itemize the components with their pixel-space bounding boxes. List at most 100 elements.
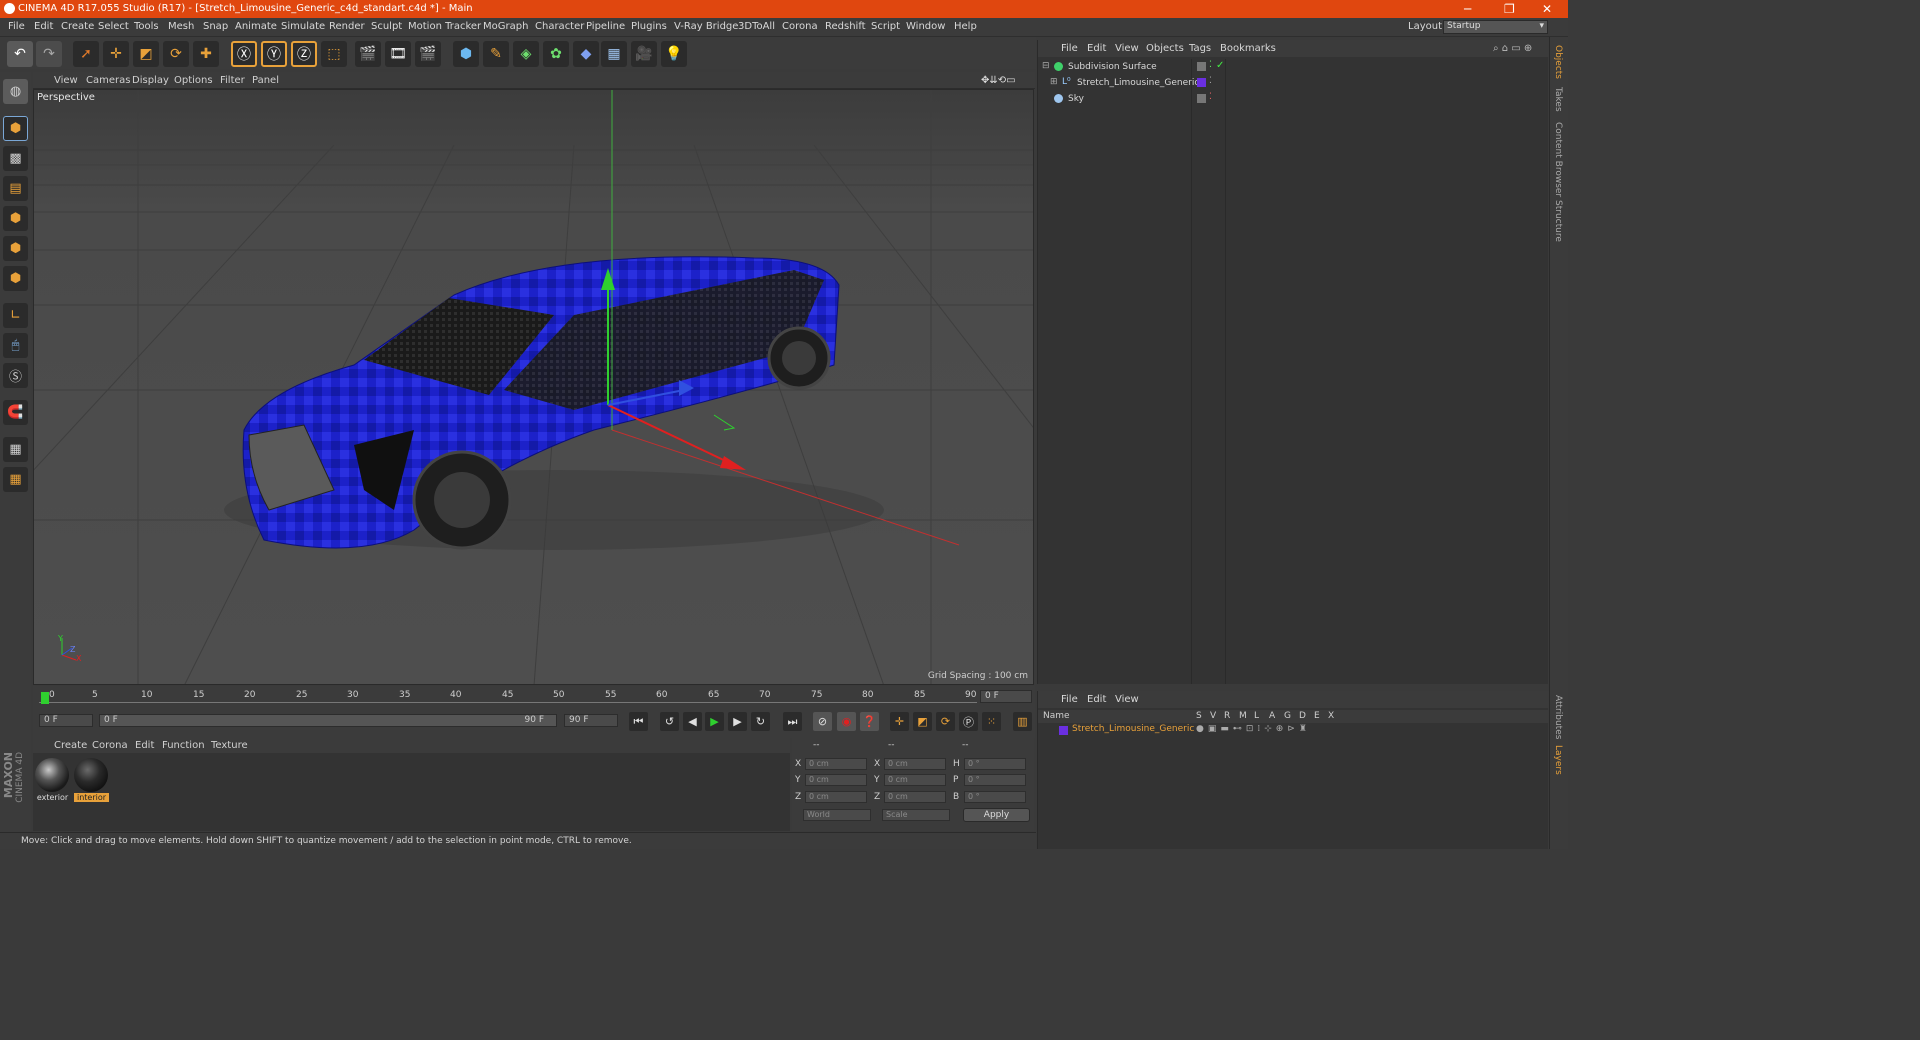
material-menu-corona[interactable]: Corona xyxy=(92,740,128,751)
menu-motion-tracker[interactable]: Motion Tracker xyxy=(408,21,481,32)
expand-icon[interactable]: ⊟ xyxy=(1042,61,1050,71)
record-button[interactable]: ◉ xyxy=(837,712,856,731)
render-view-button[interactable]: 🎬 xyxy=(355,41,381,67)
light-button[interactable]: 💡 xyxy=(661,41,687,67)
key-pla-button[interactable]: ⁙ xyxy=(982,712,1001,731)
material-menu-edit[interactable]: Edit xyxy=(135,740,154,751)
viewport-menu-panel[interactable]: Panel xyxy=(252,75,279,86)
apply-button[interactable]: Apply xyxy=(963,808,1030,822)
material-menu-texture[interactable]: Texture xyxy=(211,740,248,751)
workplane-mode-button[interactable]: ▤ xyxy=(3,176,28,201)
expand-icon[interactable]: ⊞ xyxy=(1050,77,1058,87)
position-x-field[interactable]: 0 cm xyxy=(805,758,867,770)
tab-takes[interactable]: Takes xyxy=(1553,87,1563,112)
viewport-menu-view[interactable]: View xyxy=(54,75,78,86)
menu-snap[interactable]: Snap xyxy=(203,21,228,32)
undo-button[interactable]: ↶ xyxy=(7,41,33,67)
om-menu-objects[interactable]: Objects xyxy=(1146,43,1184,54)
lock-workplane-button[interactable]: ▦ xyxy=(3,437,28,462)
menu-animate[interactable]: Animate xyxy=(235,21,277,32)
timeline-window-button[interactable]: ▥ xyxy=(1013,712,1032,731)
tab-structure[interactable]: Structure xyxy=(1553,200,1563,242)
menu-plugins[interactable]: Plugins xyxy=(631,21,667,32)
menu-3dtoall[interactable]: 3DToAll xyxy=(738,21,775,32)
snap-button[interactable]: Ⓢ xyxy=(3,363,28,388)
points-mode-button[interactable]: ⬢ xyxy=(3,206,28,231)
edges-mode-button[interactable]: ⬢ xyxy=(3,236,28,261)
menu-pipeline[interactable]: Pipeline xyxy=(586,21,625,32)
next-frame-button[interactable]: ▶ xyxy=(728,712,747,731)
layer-color-swatch[interactable] xyxy=(1059,726,1068,735)
coordinate-space-select[interactable]: World xyxy=(803,809,871,821)
motion-path-button[interactable]: ⊘ xyxy=(813,712,832,731)
tab-attributes[interactable]: Attributes xyxy=(1553,695,1563,739)
rotate-tool-button[interactable]: ⟳ xyxy=(163,41,189,67)
menu-mograph[interactable]: MoGraph xyxy=(483,21,528,32)
om-menu-tags[interactable]: Tags xyxy=(1189,43,1211,54)
start-frame-field[interactable]: 0 F xyxy=(39,714,93,727)
menu-tools[interactable]: Tools xyxy=(134,21,159,32)
tweak-mode-button[interactable]: 🖱 xyxy=(3,333,28,358)
y-axis-button[interactable]: Ⓨ xyxy=(261,41,287,67)
menu-render[interactable]: Render xyxy=(329,21,365,32)
size-x-field[interactable]: 0 cm xyxy=(884,758,946,770)
tab-layers[interactable]: Layers xyxy=(1553,745,1563,775)
coordinate-system-button[interactable]: ⬚ xyxy=(321,41,347,67)
magnet-button[interactable]: 🧲 xyxy=(3,400,28,425)
go-to-end-button[interactable]: ⏭ xyxy=(783,712,802,731)
restore-button[interactable]: ❐ xyxy=(1504,2,1515,16)
om-menu-bookmarks[interactable]: Bookmarks xyxy=(1220,43,1276,54)
visibility-dots-icon[interactable]: ⁚ xyxy=(1209,76,1212,86)
om-menu-view[interactable]: View xyxy=(1115,43,1139,54)
menu-create[interactable]: Create xyxy=(61,21,94,32)
viewport-navigation-icon[interactable]: ✥⇊⟲▭ xyxy=(981,75,1016,86)
menu-help[interactable]: Help xyxy=(954,21,977,32)
size-z-field[interactable]: 0 cm xyxy=(884,791,946,803)
previous-frame-button[interactable]: ◀ xyxy=(683,712,702,731)
z-axis-button[interactable]: Ⓩ xyxy=(291,41,317,67)
menu-vray-bridge[interactable]: V-Ray Bridge xyxy=(674,21,738,32)
material-menu-create[interactable]: Create xyxy=(54,740,87,751)
position-y-field[interactable]: 0 cm xyxy=(805,774,867,786)
visibility-dots-icon[interactable]: ⁚ xyxy=(1209,60,1212,70)
layer-toggle-icons[interactable]: ●▣▬⊷⊡⁞⊹⊕⊳♜ xyxy=(1196,724,1311,734)
mograph-cloner-button[interactable]: ✿ xyxy=(543,41,569,67)
deformer-button[interactable]: ◆ xyxy=(573,41,599,67)
lm-menu-file[interactable]: File xyxy=(1061,694,1078,705)
menu-redshift[interactable]: Redshift xyxy=(825,21,866,32)
material-menu-function[interactable]: Function xyxy=(162,740,205,751)
key-parameter-button[interactable]: Ⓟ xyxy=(959,712,978,731)
tab-objects[interactable]: Objects xyxy=(1553,45,1563,79)
menu-sculpt[interactable]: Sculpt xyxy=(371,21,402,32)
polygons-mode-button[interactable]: ⬢ xyxy=(3,266,28,291)
end-frame-field[interactable]: 90 F xyxy=(564,714,618,727)
render-picture-viewer-button[interactable]: 🎞 xyxy=(385,41,411,67)
viewport-menu-display[interactable]: Display xyxy=(132,75,169,86)
menu-corona[interactable]: Corona xyxy=(782,21,818,32)
subdivision-button[interactable]: ◈ xyxy=(513,41,539,67)
current-frame-field[interactable]: 0 F xyxy=(980,690,1032,703)
om-search-icon[interactable]: ⌕ ⌂ ▭ ⊕ xyxy=(1493,43,1532,54)
close-button[interactable]: ✕ xyxy=(1542,2,1552,16)
om-menu-file[interactable]: File xyxy=(1061,43,1078,54)
menu-window[interactable]: Window xyxy=(906,21,945,32)
material-interior[interactable]: interior xyxy=(74,758,109,802)
viewport-menu-options[interactable]: Options xyxy=(174,75,213,86)
play-button[interactable]: ▶ xyxy=(705,712,724,731)
om-menu-edit[interactable]: Edit xyxy=(1087,43,1106,54)
go-to-start-button[interactable]: ⏮ xyxy=(629,712,648,731)
x-axis-button[interactable]: Ⓧ xyxy=(231,41,257,67)
menu-mesh[interactable]: Mesh xyxy=(168,21,194,32)
next-key-button[interactable]: ↻ xyxy=(751,712,770,731)
visibility-dots-icon[interactable]: ⁚ xyxy=(1209,92,1212,102)
previous-key-button[interactable]: ↺ xyxy=(660,712,679,731)
enabled-check-icon[interactable]: ✓ xyxy=(1216,60,1224,71)
layer-row[interactable]: Stretch_Limousine_Generic ●▣▬⊷⊡⁞⊹⊕⊳♜ xyxy=(1038,724,1549,737)
tab-content-browser[interactable]: Content Browser xyxy=(1553,122,1563,197)
viewport-menu-filter[interactable]: Filter xyxy=(220,75,245,86)
position-z-field[interactable]: 0 cm xyxy=(805,791,867,803)
frame-range-slider[interactable]: 0 F 90 F xyxy=(99,714,557,727)
object-row-sky[interactable]: Sky ⁚ xyxy=(1038,92,1549,108)
key-scale-button[interactable]: ◩ xyxy=(913,712,932,731)
planar-workplane-button[interactable]: ▦ xyxy=(3,467,28,492)
